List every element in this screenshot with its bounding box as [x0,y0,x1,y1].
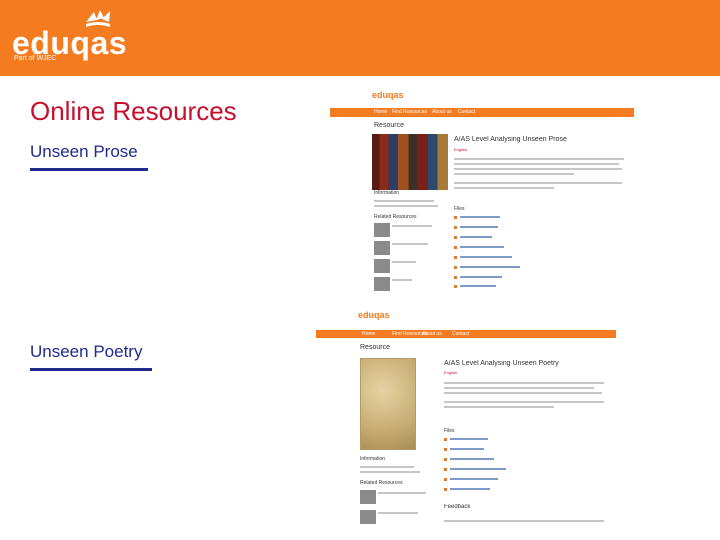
mini-nav-bar: Home Find Resources About us Contact [330,108,634,117]
desc-line [454,182,622,184]
file-link[interactable] [460,266,520,268]
file-icon [454,216,457,219]
related-line [392,225,432,227]
desc-line [444,406,554,408]
file-link[interactable] [460,236,492,238]
file-icon [444,458,447,461]
related-line [378,492,426,494]
file-icon [444,438,447,441]
mini-files-heading: Files [444,428,455,434]
related-line [392,279,412,281]
desc-line [454,168,622,170]
file-link[interactable] [450,478,498,480]
file-link[interactable] [460,246,504,248]
mini-nav-about[interactable]: About us [422,331,442,337]
related-line [378,512,418,514]
desc-line [444,392,602,394]
desc-line [444,387,594,389]
related-thumb[interactable] [374,277,390,291]
desc-line [444,401,604,403]
mini-info-heading: Information [374,190,400,196]
file-icon [454,236,457,239]
file-link[interactable] [460,216,500,218]
section-label-unseen-prose: Unseen Prose [30,142,138,161]
mini-heading: Resource [374,122,404,129]
desc-line [454,158,624,160]
mini-resource-title: A/AS Level Analysing Unseen Poetry [444,360,559,367]
file-link[interactable] [450,488,490,490]
related-line [392,261,416,263]
desc-line [444,382,604,384]
file-link[interactable] [450,438,488,440]
info-line [374,200,434,202]
info-line [374,205,438,207]
file-icon [444,468,447,471]
mini-brand-logo: eduqas [358,310,390,320]
file-link[interactable] [460,276,502,278]
file-link[interactable] [460,256,512,258]
manuscript-image [360,358,416,450]
mini-related-heading: Related Resources [374,214,417,220]
mini-heading: Resource [360,344,390,351]
mini-nav-contact[interactable]: Contact [458,109,475,115]
mini-nav-bar: Home Find Resources About us Contact [316,330,616,338]
mini-files-heading: Files [454,206,465,212]
feedback-line [444,520,604,522]
related-thumb[interactable] [374,241,390,255]
mini-resource-title: A/AS Level Analysing Unseen Prose [454,136,567,143]
brand-name: eduqas [12,25,128,61]
brand-header: eduqas Part of WJEC [0,0,720,76]
mini-nav-home[interactable]: Home [374,109,387,115]
page-title: Online Resources [30,96,237,126]
file-icon [444,448,447,451]
mini-subject: English [444,370,458,375]
file-link[interactable] [460,226,498,228]
mini-nav-about[interactable]: About us [432,109,452,115]
file-icon [454,256,457,259]
file-icon [454,276,457,279]
file-icon [454,285,457,288]
desc-line [454,187,554,189]
mini-nav-contact[interactable]: Contact [452,331,469,337]
mini-brand-logo: eduqas [372,90,404,100]
section-underline-poetry [30,368,152,371]
section-underline-prose [30,168,148,171]
related-thumb[interactable] [374,223,390,237]
file-link[interactable] [450,468,506,470]
file-icon [454,226,457,229]
related-line [392,243,428,245]
file-icon [444,478,447,481]
mini-nav-find[interactable]: Find Resources [392,109,427,115]
mini-subject: English [454,147,468,152]
desc-line [454,173,574,175]
books-image [372,134,448,190]
file-icon [454,246,457,249]
mini-info-heading: Information [360,456,386,462]
file-link[interactable] [450,458,494,460]
section-label-unseen-poetry: Unseen Poetry [30,342,143,361]
file-link[interactable] [460,285,496,287]
mini-nav-home[interactable]: Home [362,331,375,337]
file-icon [454,266,457,269]
related-thumb[interactable] [360,510,376,524]
related-thumb[interactable] [360,490,376,504]
screenshot-unseen-poetry[interactable]: eduqas Home Find Resources About us Cont… [316,300,616,532]
mini-feedback-heading: Feedback [444,504,471,510]
file-link[interactable] [450,448,484,450]
related-thumb[interactable] [374,259,390,273]
brand-tagline: Part of WJEC [14,55,57,62]
screenshot-unseen-prose[interactable]: eduqas Home Find Resources About us Cont… [330,86,634,296]
desc-line [454,163,619,165]
file-icon [444,488,447,491]
info-line [360,471,420,473]
info-line [360,466,414,468]
mini-related-heading: Related Resources [360,480,403,486]
